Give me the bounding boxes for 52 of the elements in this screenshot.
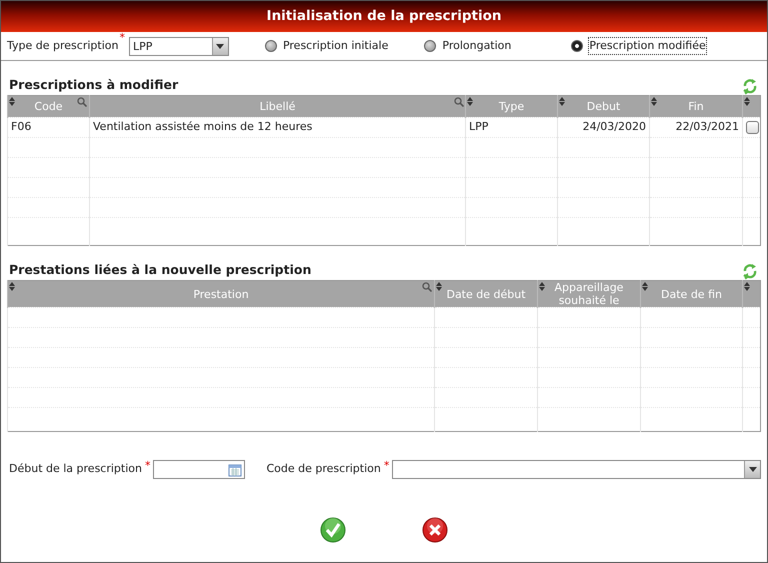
radio-label[interactable]: Prolongation (442, 38, 512, 54)
column-label: Libellé (260, 100, 296, 113)
type-select[interactable]: LPP (128, 36, 229, 56)
table-cell: LPP (469, 120, 488, 134)
required-mark: * (119, 32, 125, 43)
column-header[interactable]: Date de début (434, 280, 538, 308)
field-label: Type de prescription (7, 38, 118, 54)
checkbox[interactable] (746, 120, 759, 134)
column-label: Appareillage souhaité le (554, 281, 624, 307)
required-mark: * (384, 460, 390, 471)
field-label: Début de la prescription (9, 461, 142, 478)
column-header[interactable]: Date de fin (640, 280, 742, 308)
required-mark: * (144, 460, 150, 471)
sort-icon[interactable] (9, 97, 15, 106)
column-label: Fin (688, 100, 704, 113)
column-label: Date de fin (661, 288, 722, 300)
calendar-icon[interactable] (228, 462, 242, 476)
column-header[interactable]: Code (8, 96, 90, 118)
column-header[interactable] (742, 96, 760, 118)
window-title: Initialisation de la prescription (1, 1, 767, 32)
confirm-button[interactable] (320, 517, 346, 543)
column-header[interactable]: Fin (650, 96, 742, 118)
column-label: Date de début (446, 288, 526, 300)
field-label: Code de prescription (266, 461, 381, 478)
radio-label[interactable]: Prescription modifiée (589, 38, 706, 54)
table-cell: 22/03/2021 (676, 120, 739, 134)
sort-icon[interactable] (9, 282, 15, 291)
column-label: Type (498, 100, 524, 113)
radio-button[interactable] (424, 40, 436, 52)
dropdown-icon[interactable] (212, 38, 228, 54)
date-field[interactable] (153, 460, 246, 479)
radio-button[interactable] (571, 40, 584, 52)
column-label: Debut (586, 100, 620, 113)
column-header[interactable]: Debut (558, 96, 650, 118)
radio-button[interactable] (264, 40, 277, 52)
section-title: Prestations liées à la nouvelle prescription (9, 261, 312, 280)
cancel-button[interactable] (422, 517, 448, 543)
search-icon[interactable] (454, 97, 464, 107)
search-icon[interactable] (77, 97, 87, 107)
table-cell: F06 (11, 120, 32, 134)
column-header[interactable]: Libellé (90, 96, 466, 118)
column-header[interactable]: Appareillage souhaité le (538, 280, 640, 308)
dropdown-icon[interactable] (744, 461, 760, 478)
column-header[interactable]: Prestation (8, 280, 434, 308)
table-cell: Ventilation assistée moins de 12 heures (93, 120, 312, 134)
column-label: Code (34, 100, 63, 113)
column-header[interactable] (742, 280, 760, 308)
column-label: Prestation (193, 288, 249, 300)
section-title: Prescriptions à modifier (9, 76, 178, 94)
radio-label[interactable]: Prescription initiale (282, 38, 388, 54)
table-cell: 24/03/2020 (582, 120, 646, 134)
search-icon[interactable] (422, 282, 432, 292)
